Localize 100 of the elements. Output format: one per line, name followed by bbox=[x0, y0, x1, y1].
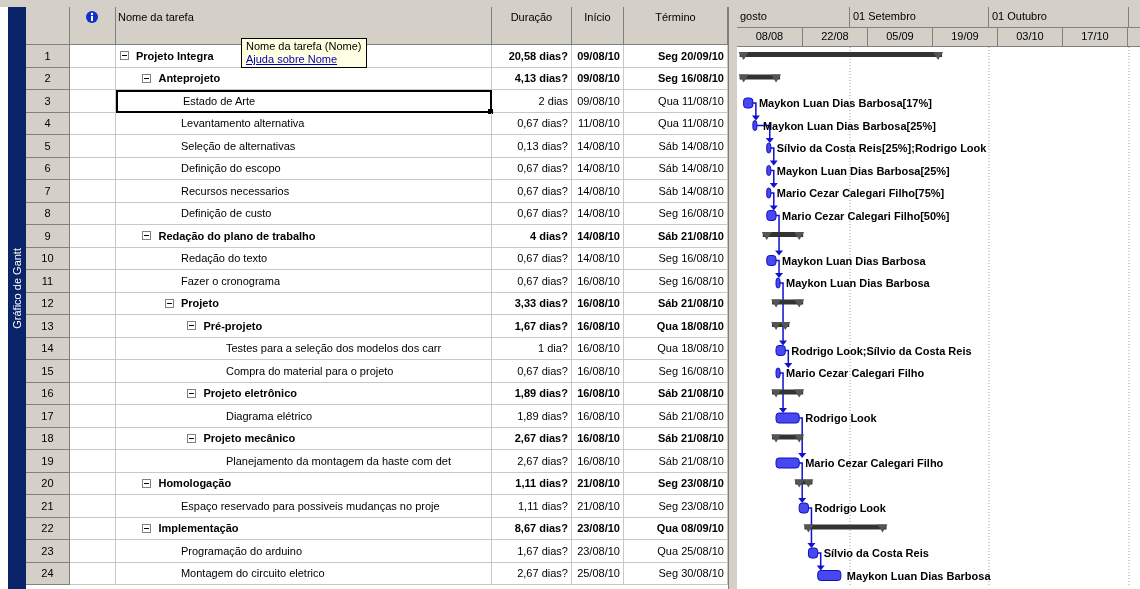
collapse-icon[interactable] bbox=[142, 73, 152, 83]
collapse-icon[interactable] bbox=[142, 478, 152, 488]
column-header[interactable]: Término bbox=[623, 7, 728, 45]
info-icon bbox=[86, 11, 99, 23]
link-arrow bbox=[769, 169, 778, 188]
row-number[interactable]: 7 bbox=[25, 180, 70, 203]
summary-bar[interactable] bbox=[738, 52, 944, 60]
table-cell bbox=[69, 202, 116, 225]
table-cell[interactable]: Testes para a seleção dos modelos dos carr bbox=[115, 337, 492, 360]
collapse-icon[interactable] bbox=[142, 231, 152, 241]
table-cell[interactable]: Fazer o cronograma bbox=[115, 270, 492, 293]
summary-bar[interactable] bbox=[794, 479, 814, 488]
row-number[interactable]: 9 bbox=[25, 225, 70, 248]
table-cell[interactable]: Compra do material para o projeto bbox=[115, 360, 492, 383]
table-cell[interactable]: Projeto mecânico bbox=[115, 427, 492, 450]
table-cell[interactable]: Montagem do circuito eletrico bbox=[115, 562, 492, 585]
task-bar[interactable] bbox=[775, 412, 800, 424]
row-number[interactable]: 11 bbox=[25, 270, 70, 293]
resource-label: Sílvio da Costa Reis[25%];Rodrigo Look bbox=[776, 142, 987, 154]
row-number[interactable]: 3 bbox=[25, 90, 70, 113]
task-name: Planejamento da montagem da haste com det bbox=[225, 454, 451, 467]
link-arrow bbox=[775, 214, 783, 256]
table-cell: 16/08/10 bbox=[571, 337, 624, 360]
summary-bar[interactable] bbox=[771, 434, 805, 443]
collapse-icon[interactable] bbox=[187, 388, 197, 398]
task-bar[interactable] bbox=[766, 210, 777, 221]
table-cell: 09/08/10 bbox=[571, 90, 624, 113]
table-cell[interactable]: Redação do plano de trabalho bbox=[115, 225, 492, 248]
row-number[interactable]: 13 bbox=[25, 315, 70, 338]
table-cell[interactable]: Pré-projeto bbox=[115, 315, 492, 338]
task-name: Programação do arduino bbox=[180, 544, 303, 557]
task-bar[interactable] bbox=[766, 187, 772, 199]
column-header[interactable]: Início bbox=[571, 7, 624, 45]
summary-bar[interactable] bbox=[771, 299, 805, 308]
summary-bar[interactable] bbox=[771, 322, 791, 330]
task-name: Homologação bbox=[158, 477, 232, 490]
table-cell[interactable]: Seleção de alternativas bbox=[115, 135, 492, 158]
resource-label: Sílvio da Costa Reis bbox=[823, 547, 929, 559]
column-header[interactable]: Duração bbox=[491, 7, 572, 45]
table-cell[interactable]: Programação do arduino bbox=[115, 540, 492, 563]
summary-bar[interactable] bbox=[761, 232, 805, 240]
table-cell: Seg 16/08/10 bbox=[623, 67, 728, 90]
task-bar[interactable] bbox=[775, 345, 786, 356]
summary-bar[interactable] bbox=[803, 524, 888, 533]
table-cell[interactable]: Definição do escopo bbox=[115, 157, 492, 180]
row-number[interactable]: 5 bbox=[25, 135, 70, 158]
task-bar[interactable] bbox=[807, 547, 819, 559]
task-bar[interactable] bbox=[775, 367, 781, 379]
table-cell: Qua 18/08/10 bbox=[623, 337, 728, 360]
table-cell bbox=[69, 517, 116, 540]
task-bar[interactable] bbox=[798, 502, 809, 514]
task-bar[interactable] bbox=[752, 120, 758, 131]
summary-bar[interactable] bbox=[738, 74, 781, 83]
row-number[interactable]: 23 bbox=[25, 540, 70, 563]
timescale-cell: 17/10 bbox=[1062, 28, 1128, 46]
task-name: Montagem do circuito eletrico bbox=[180, 567, 325, 580]
task-name: Seleção de alternativas bbox=[180, 139, 296, 152]
task-bar[interactable] bbox=[743, 97, 754, 109]
collapse-icon[interactable] bbox=[119, 51, 129, 61]
help-link[interactable]: Ajuda sobre Nome bbox=[245, 53, 362, 66]
task-bar[interactable] bbox=[775, 457, 800, 469]
header-cell[interactable] bbox=[69, 7, 116, 45]
row-number[interactable]: 1 bbox=[25, 45, 70, 68]
view-bar[interactable]: Gráfico de Gantt bbox=[8, 7, 26, 589]
table-cell[interactable]: Implementação bbox=[115, 517, 492, 540]
row-number[interactable]: 17 bbox=[25, 405, 70, 428]
task-bar[interactable] bbox=[775, 277, 781, 289]
task-bar[interactable] bbox=[766, 142, 772, 154]
table-cell[interactable]: Homologação bbox=[115, 472, 492, 495]
collapse-icon[interactable] bbox=[164, 298, 174, 308]
table-cell bbox=[69, 180, 116, 203]
table-cell[interactable]: Levantamento alternativa bbox=[115, 112, 492, 135]
resource-label: Maykon Luan Dias Barbosa bbox=[846, 569, 991, 582]
table-cell[interactable]: Espaço reservado para possiveis mudanças no proje bbox=[115, 495, 492, 518]
collapse-icon[interactable] bbox=[187, 321, 197, 331]
collapse-icon[interactable] bbox=[142, 523, 152, 533]
task-bar[interactable] bbox=[817, 570, 842, 581]
table-cell[interactable]: Projeto bbox=[115, 292, 492, 315]
row-number[interactable]: 15 bbox=[25, 360, 70, 383]
table-cell[interactable]: Planejamento da montagem da haste com det bbox=[115, 450, 492, 473]
resource-label: Maykon Luan Dias Barbosa[25%] bbox=[776, 164, 950, 177]
task-bar[interactable] bbox=[766, 165, 772, 176]
table-cell[interactable]: Estado de Arte bbox=[115, 90, 492, 113]
collapse-icon[interactable] bbox=[187, 433, 197, 443]
table-cell: 14/08/10 bbox=[571, 202, 624, 225]
table-cell[interactable]: Projeto eletrônico bbox=[115, 382, 492, 405]
row-number[interactable]: 19 bbox=[25, 450, 70, 473]
summary-bar[interactable] bbox=[771, 389, 805, 398]
row-number[interactable]: 21 bbox=[25, 495, 70, 518]
table-cell bbox=[69, 450, 116, 473]
link-arrow bbox=[751, 102, 760, 121]
task-bar[interactable] bbox=[766, 255, 777, 266]
table-cell bbox=[69, 337, 116, 360]
table-cell[interactable]: Diagrama elétrico bbox=[115, 405, 492, 428]
table-cell[interactable]: Recursos necessarios bbox=[115, 180, 492, 203]
table-cell: Sáb 21/08/10 bbox=[623, 292, 728, 315]
table-cell: 1,89 dias? bbox=[491, 382, 572, 405]
table-cell: 0,67 dias? bbox=[491, 180, 572, 203]
table-cell[interactable]: Redação do texto bbox=[115, 247, 492, 270]
table-cell[interactable]: Definição de custo bbox=[115, 202, 492, 225]
